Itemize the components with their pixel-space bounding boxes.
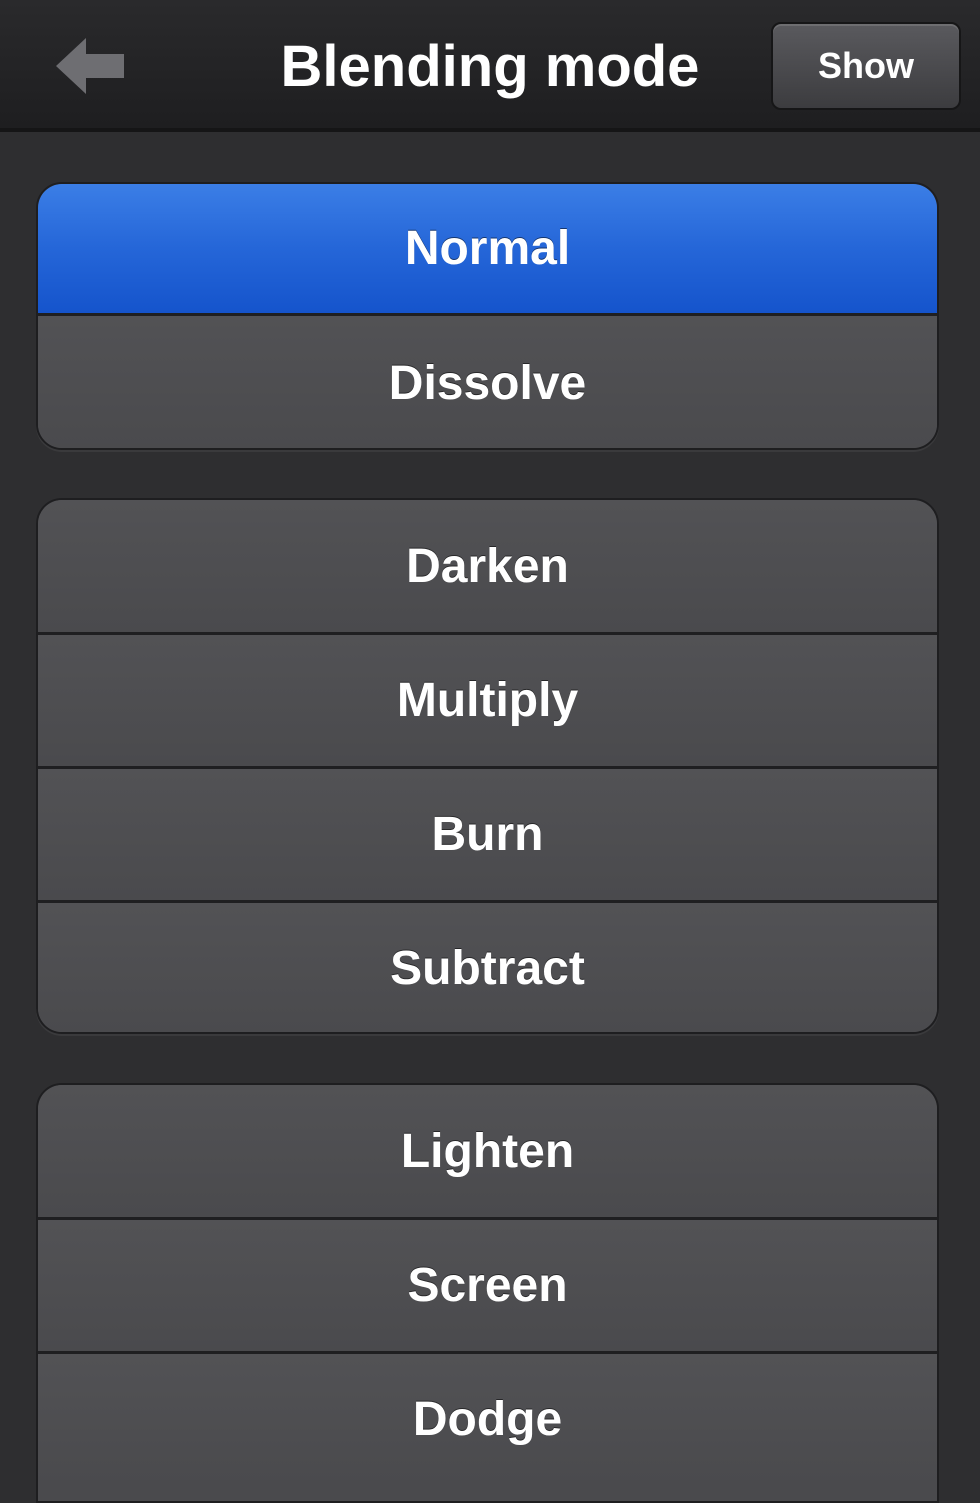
blend-mode-darken[interactable]: Darken bbox=[38, 500, 937, 632]
blend-mode-label: Dissolve bbox=[388, 356, 587, 410]
blend-group-darken: Darken Multiply Burn Subtract bbox=[36, 498, 939, 1034]
blend-mode-label: Darken bbox=[406, 539, 569, 593]
blend-mode-label: Lighten bbox=[400, 1124, 575, 1178]
show-button[interactable]: Show bbox=[771, 22, 961, 110]
blend-mode-label: Multiply bbox=[396, 674, 579, 727]
blend-mode-label: Burn bbox=[431, 808, 544, 861]
blend-mode-label: Normal bbox=[404, 222, 571, 275]
blend-mode-normal[interactable]: Normal bbox=[38, 184, 937, 316]
blend-mode-label: Screen bbox=[407, 1259, 568, 1312]
blend-mode-burn[interactable]: Burn bbox=[38, 766, 937, 900]
blend-mode-dodge[interactable]: Dodge bbox=[38, 1351, 937, 1485]
blend-mode-lighten[interactable]: Lighten bbox=[38, 1085, 937, 1217]
blend-mode-dissolve[interactable]: Dissolve bbox=[38, 316, 937, 448]
blend-mode-label: Dodge bbox=[412, 1393, 563, 1446]
blend-mode-subtract[interactable]: Subtract bbox=[38, 900, 937, 1032]
navigation-bar: Blending mode Show bbox=[0, 0, 980, 132]
blend-mode-label: Subtract bbox=[390, 942, 585, 995]
blend-group-normal: Normal Dissolve bbox=[36, 182, 939, 450]
blend-group-lighten: Lighten Screen Dodge bbox=[36, 1083, 939, 1503]
back-button[interactable] bbox=[40, 26, 140, 106]
blend-mode-screen[interactable]: Screen bbox=[38, 1217, 937, 1351]
left-arrow-icon bbox=[56, 38, 124, 94]
blend-mode-multiply[interactable]: Multiply bbox=[38, 632, 937, 766]
